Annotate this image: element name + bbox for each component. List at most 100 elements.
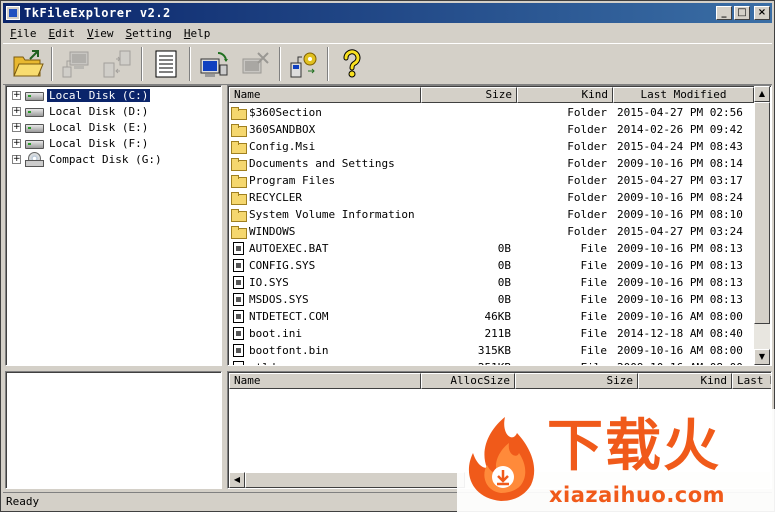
folder-icon	[231, 209, 247, 222]
sync-computer-button[interactable]	[195, 46, 233, 82]
scroll-left-button[interactable]: ◀	[229, 472, 245, 488]
file-name: CONFIG.SYS	[249, 259, 316, 272]
file-modified: 2009-10-16 AM 08:00	[617, 359, 752, 365]
menu-setting[interactable]: Setting	[119, 27, 177, 40]
file-name: MSDOS.SYS	[249, 293, 309, 306]
file-row[interactable]: MSDOS.SYS 0B File 2009-10-16 PM 08:13	[229, 291, 754, 308]
detail-header-modified[interactable]: Last M	[732, 373, 771, 389]
file-row[interactable]: Config.Msi Folder 2015-04-24 PM 08:43	[229, 138, 754, 155]
file-row[interactable]: $360Section Folder 2015-04-27 PM 02:56	[229, 104, 754, 121]
copy-files-button[interactable]	[99, 46, 137, 82]
menu-setting-label: etting	[132, 26, 172, 40]
maximize-button[interactable]: □	[734, 6, 750, 20]
toolbar-separator	[279, 47, 281, 81]
disconnect-computer-button[interactable]	[237, 46, 275, 82]
folder-icon	[231, 141, 247, 154]
tree-item-label: Local Disk (F:)	[49, 136, 149, 150]
tree-item-c-drive[interactable]: + Local Disk (C:)	[12, 87, 152, 103]
menu-edit-label: dit	[55, 26, 75, 40]
file-row[interactable]: NTDETECT.COM 46KB File 2009-10-16 AM 08:00	[229, 308, 754, 325]
expand-toggle[interactable]: +	[12, 154, 21, 164]
tree-item-label: Local Disk (C:)	[45, 87, 152, 103]
file-size: 211B	[484, 327, 512, 340]
detail-header-size[interactable]: Size	[515, 373, 638, 389]
file-row[interactable]: Program Files Folder 2015-04-27 PM 03:17	[229, 172, 754, 189]
file-row[interactable]: ntldr251KB File 2009-10-16 AM 08:00	[229, 359, 754, 365]
file-row[interactable]: WINDOWS Folder 2015-04-27 PM 03:24	[229, 223, 754, 240]
file-icon	[233, 310, 244, 323]
hard-drive-icon	[25, 121, 44, 133]
expand-toggle[interactable]: +	[12, 90, 21, 100]
title-bar[interactable]: TkFileExplorer v2.2 _ □ ×	[3, 3, 772, 23]
column-header-size[interactable]: Size	[421, 87, 517, 103]
column-header-modified[interactable]: Last Modified	[613, 87, 754, 103]
column-header-kind[interactable]: Kind	[517, 87, 613, 103]
toolbar-separator	[141, 47, 143, 81]
file-kind: Folder	[567, 157, 607, 170]
file-row[interactable]: bootfont.bin 315KB File 2009-10-16 AM 08:00	[229, 342, 754, 359]
file-list[interactable]: Name Size Kind Last Modified $360Section…	[227, 85, 772, 366]
file-name: Program Files	[249, 174, 336, 187]
folder-icon	[231, 175, 247, 188]
minimize-button[interactable]: _	[716, 6, 732, 20]
detail-header-name[interactable]: Name	[229, 373, 421, 389]
tree-item-d-drive[interactable]: + Local Disk (D:)	[12, 103, 150, 119]
help-icon	[343, 49, 361, 78]
folder-icon	[231, 226, 247, 239]
detail-header-allocsize[interactable]: AllocSize	[421, 373, 515, 389]
scroll-down-button[interactable]: ▼	[754, 349, 770, 365]
folder-icon	[231, 124, 247, 137]
expand-toggle[interactable]: +	[12, 138, 21, 148]
file-row[interactable]: RECYCLER Folder 2009-10-16 PM 08:24	[229, 189, 754, 206]
file-row[interactable]: boot.ini 211B File 2014-12-18 AM 08:40	[229, 325, 754, 342]
file-kind: File	[580, 259, 608, 272]
close-button[interactable]: ×	[754, 6, 770, 20]
file-icon	[233, 259, 244, 272]
file-name: $360Section	[249, 106, 322, 119]
file-row[interactable]: 360SANDBOX Folder 2014-02-26 PM 09:42	[229, 121, 754, 138]
file-name: boot.ini	[249, 327, 302, 340]
network-settings-button[interactable]	[285, 46, 323, 82]
expand-toggle[interactable]: +	[12, 122, 21, 132]
file-size: 0B	[497, 293, 511, 306]
tree-item-label: Local Disk (E:)	[49, 120, 149, 134]
copy-files-icon	[103, 50, 131, 78]
menu-view[interactable]: View	[80, 27, 119, 40]
file-kind: Folder	[567, 225, 607, 238]
file-size: 0B	[497, 259, 511, 272]
file-row[interactable]: CONFIG.SYS 0B File 2009-10-16 PM 08:13	[229, 257, 754, 274]
list-view-button[interactable]	[147, 46, 185, 82]
file-row[interactable]: AUTOEXEC.BAT 0B File 2009-10-16 PM 08:13	[229, 240, 754, 257]
menu-view-key: V	[87, 26, 94, 40]
file-kind: File	[580, 293, 608, 306]
detail-header-kind[interactable]: Kind	[638, 373, 732, 389]
scroll-up-button[interactable]: ▲	[754, 86, 770, 102]
file-row[interactable]: System Volume Information Folder 2009-10-1…	[229, 206, 754, 223]
file-modified: 2015-04-24 PM 08:43	[617, 140, 743, 153]
column-header-name[interactable]: Name	[229, 87, 421, 103]
tree-item-f-drive[interactable]: + Local Disk (F:)	[12, 135, 150, 151]
help-button[interactable]	[333, 46, 371, 82]
file-row[interactable]: Documents and Settings Folder 2009-10-16 P…	[229, 155, 754, 172]
expand-toggle[interactable]: +	[12, 106, 21, 116]
vertical-scrollbar[interactable]: ▲ ▼	[754, 86, 770, 365]
file-modified: 2015-04-27 PM 02:56	[617, 106, 743, 119]
menu-help[interactable]: Help	[177, 27, 216, 40]
drive-tree[interactable]: + Local Disk (C:) + Local Disk (D:) + Lo…	[5, 85, 222, 366]
tree-item-g-drive[interactable]: + Compact Disk (G:)	[12, 151, 164, 167]
menu-file[interactable]: File	[3, 27, 42, 40]
app-icon	[6, 6, 20, 20]
scroll-thumb[interactable]	[245, 472, 465, 488]
file-kind: File	[580, 344, 608, 357]
scroll-thumb[interactable]	[754, 102, 770, 324]
menu-file-key: F	[10, 26, 17, 40]
menu-edit[interactable]: Edit	[42, 27, 81, 40]
file-modified: 2009-10-16 PM 08:24	[617, 191, 743, 204]
file-row[interactable]: IO.SYS 0B File 2009-10-16 PM 08:13	[229, 274, 754, 291]
menu-help-label: elp	[190, 26, 211, 40]
open-folder-button[interactable]	[9, 46, 47, 82]
tree-item-e-drive[interactable]: + Local Disk (E:)	[12, 119, 150, 135]
network-computer-button[interactable]	[57, 46, 95, 82]
file-modified: 2009-10-16 PM 08:13	[617, 276, 743, 289]
file-icon	[233, 293, 244, 306]
